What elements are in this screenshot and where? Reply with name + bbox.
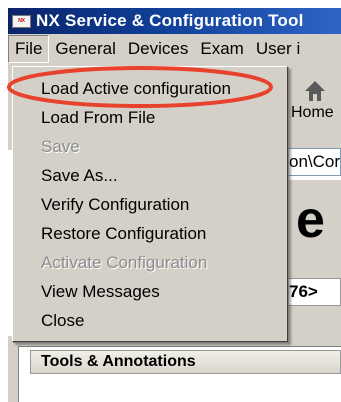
menu-item-close[interactable]: Close [41, 310, 84, 332]
screenshot-stage: NX NX Service & Configuration Tool File … [0, 0, 341, 402]
menu-item-load-from-file[interactable]: Load From File [41, 107, 155, 129]
window-titlebar: NX NX Service & Configuration Tool [8, 8, 341, 34]
home-icon [304, 81, 325, 101]
home-label: Home [291, 104, 334, 121]
menu-item-activate-configuration: Activate Configuration [41, 253, 208, 272]
path-field: on\Cor [288, 148, 341, 176]
menu-item-view-messages[interactable]: View Messages [41, 281, 160, 303]
menu-item-load-active-configuration[interactable]: Load Active configuration [41, 78, 231, 100]
menu-user[interactable]: User i [250, 35, 306, 63]
menu-item-save: Save [41, 137, 80, 156]
page-heading: e Co [288, 180, 341, 260]
file-menu-dropdown: Load Active configuration Load From File… [12, 66, 288, 342]
window-title: NX Service & Configuration Tool [36, 11, 304, 30]
menu-general[interactable]: General [49, 35, 121, 63]
menu-devices[interactable]: Devices [122, 35, 194, 63]
menu-item-verify-configuration[interactable]: Verify Configuration [41, 194, 189, 216]
menu-item-restore-configuration[interactable]: Restore Configuration [41, 223, 206, 245]
menu-exam[interactable]: Exam [194, 35, 249, 63]
menu-item-save-as[interactable]: Save As... [41, 165, 118, 187]
home-button[interactable]: Home [288, 78, 341, 136]
app-logo-icon: NX [12, 14, 31, 28]
menu-file[interactable]: File [8, 35, 50, 63]
device-id-field: 76> [288, 278, 341, 306]
tools-panel-header: Tools & Annotations [30, 350, 341, 374]
divider-strip [288, 260, 341, 278]
menu-bar: File General Devices Exam User i [8, 34, 341, 65]
